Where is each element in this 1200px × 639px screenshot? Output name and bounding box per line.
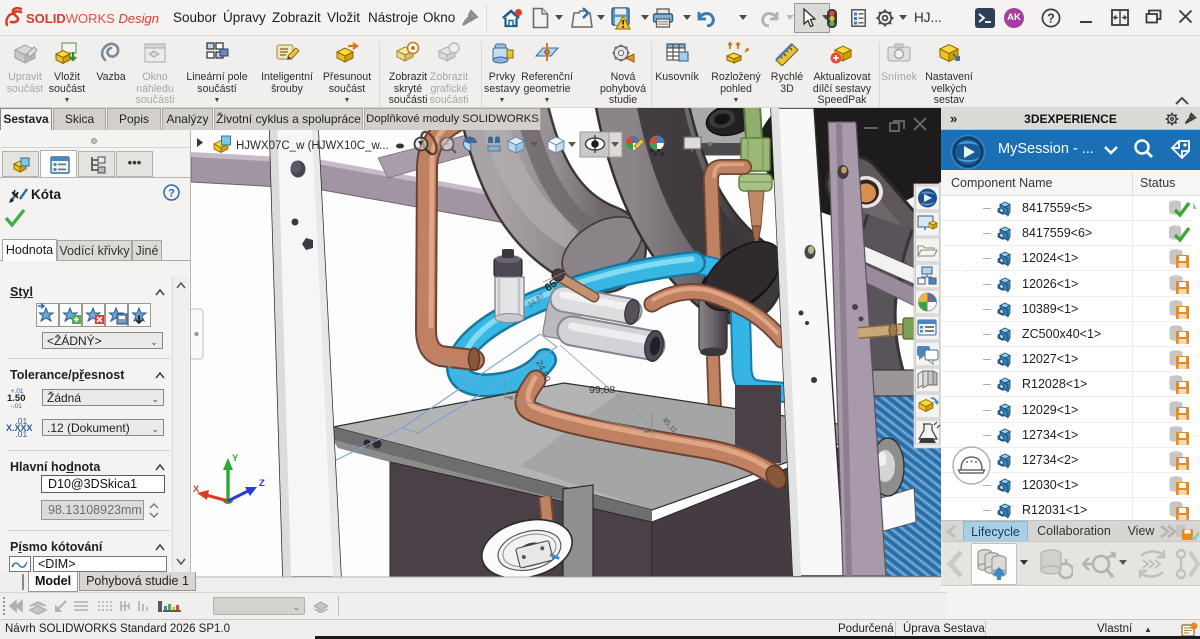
svg-text:HJWX07C_w (HJWX10C_w...: HJWX07C_w (HJWX10C_w...: [236, 140, 389, 152]
svg-text:99,88: 99,88: [589, 384, 615, 396]
svg-text:X: X: [193, 484, 200, 495]
svg-text:?: ?: [168, 188, 175, 200]
svg-text:?: ?: [1047, 12, 1055, 26]
svg-text:Z: Z: [259, 478, 265, 489]
svg-text:Y: Y: [232, 453, 239, 464]
svg-text:SOLIDWORKS Design: SOLIDWORKS Design: [26, 11, 159, 26]
